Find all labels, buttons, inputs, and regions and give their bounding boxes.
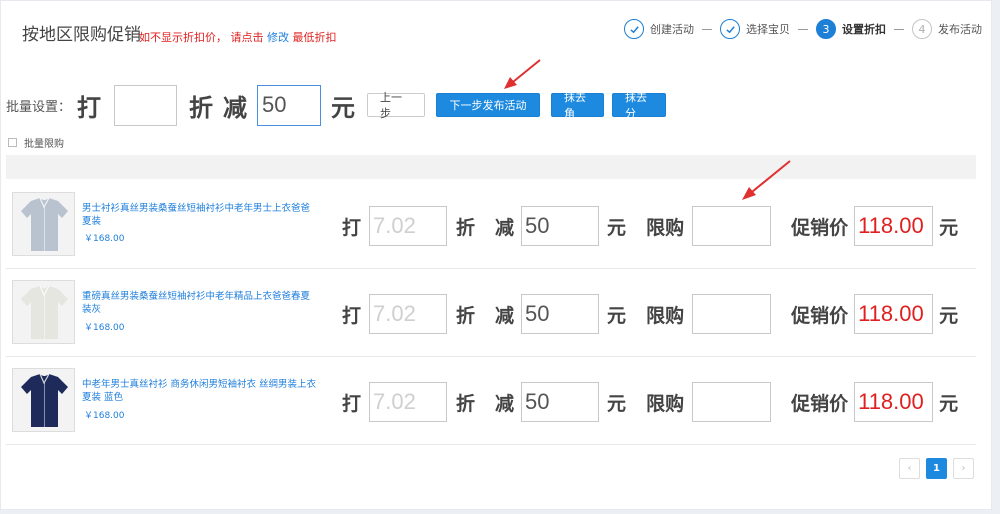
batch-label: 批量设置：: [6, 99, 72, 115]
table-header: [6, 155, 976, 179]
progress-steps: 创建活动 选择宝贝 3 设置折扣 4 发布活动: [624, 19, 982, 39]
page-button-current[interactable]: 1: [926, 458, 947, 479]
zhe-label: 折: [456, 304, 476, 327]
discount-input[interactable]: 7.02: [369, 382, 448, 422]
zhe-label: 折: [456, 392, 476, 415]
product-row: 男士衬衫真丝男装桑蚕丝短袖衬衫中老年男士上衣爸爸夏装 ￥168.00 打 7.0…: [6, 181, 976, 269]
yuan-label: 元: [939, 392, 959, 415]
step-number: 4: [912, 19, 932, 39]
modify-link[interactable]: 修改: [267, 31, 289, 44]
product-price: ￥168.00: [84, 323, 125, 333]
hint-suffix: 最低折扣: [289, 31, 337, 44]
product-name-link[interactable]: 男士衬衫真丝男装桑蚕丝短袖衬衫中老年男士上衣爸爸夏装: [82, 202, 318, 228]
da-label: 打: [342, 392, 362, 415]
step-label: 选择宝贝: [746, 23, 790, 36]
step-publish: 4 发布活动: [912, 19, 982, 39]
checkbox[interactable]: [8, 138, 17, 147]
batch-discount-input[interactable]: [114, 84, 178, 126]
jian-label: 减: [223, 93, 248, 122]
yuan-label: 元: [607, 304, 627, 327]
product-name-link[interactable]: 中老年男士真丝衬衫 商务休闲男短袖衬衣 丝绸男装上衣 夏装 蓝色: [82, 378, 318, 404]
step-number: 3: [816, 19, 836, 39]
round-jiao-button[interactable]: 抹去角: [551, 91, 605, 120]
next-page-button[interactable]: ›: [953, 458, 974, 479]
reduce-input[interactable]: 50: [521, 206, 600, 246]
next-publish-button[interactable]: 下一步发布活动: [436, 93, 541, 117]
step-label: 发布活动: [938, 23, 982, 36]
step-separator: [894, 28, 904, 30]
da-label: 打: [342, 216, 362, 239]
promo-price-input[interactable]: 118.00: [854, 294, 934, 334]
promo-price-label: 促销价: [791, 392, 849, 415]
page-title: 按地区限购促销: [22, 25, 141, 45]
hint-prefix: 如不显示折扣价， 请点击: [139, 31, 267, 44]
product-row: 重磅真丝男装桑蚕丝短袖衬衫中老年精品上衣爸爸春夏装灰 ￥168.00 打 7.0…: [6, 269, 976, 357]
batch-limit-checkbox[interactable]: 批量限购: [8, 135, 64, 150]
limit-input[interactable]: [692, 294, 772, 334]
limit-label: 限购: [646, 392, 685, 415]
zhe-label: 折: [456, 216, 476, 239]
discount-hint: 如不显示折扣价， 请点击 修改 最低折扣: [139, 29, 337, 45]
product-price: ￥168.00: [84, 411, 125, 421]
step-separator: [798, 28, 808, 30]
reduce-input[interactable]: 50: [521, 382, 600, 422]
step-label: 设置折扣: [842, 23, 886, 36]
promo-price-label: 促销价: [791, 216, 849, 239]
batch-limit-label: 批量限购: [24, 139, 64, 150]
discount-input[interactable]: 7.02: [369, 206, 448, 246]
da-label: 打: [77, 93, 102, 122]
batch-settings: 批量设置： 打 折 减 50 元 上一步 下一步发布活动 抹去角 抹去分: [6, 84, 667, 126]
limit-input[interactable]: [692, 382, 772, 422]
discount-input[interactable]: 7.02: [369, 294, 448, 334]
product-price: ￥168.00: [84, 234, 125, 244]
limit-label: 限购: [646, 216, 685, 239]
round-fen-button[interactable]: 抹去分: [612, 91, 667, 120]
pagination: ‹ 1 ›: [899, 458, 974, 479]
product-image[interactable]: [12, 280, 75, 344]
row-controls: 打 7.02 折 减 50 元 限购 促销价 118.00 元: [342, 206, 958, 246]
product-image[interactable]: [12, 192, 75, 256]
promo-price-input[interactable]: 118.00: [854, 206, 934, 246]
yuan-label: 元: [607, 216, 627, 239]
row-controls: 打 7.02 折 减 50 元 限购 促销价 118.00 元: [342, 382, 958, 422]
limit-input[interactable]: [692, 206, 772, 246]
reduce-input[interactable]: 50: [521, 294, 600, 334]
step-label: 创建活动: [650, 23, 694, 36]
product-image[interactable]: [12, 368, 75, 432]
jian-label: 减: [495, 304, 515, 327]
step-set-discount: 3 设置折扣: [816, 19, 886, 39]
prev-page-button[interactable]: ‹: [899, 458, 920, 479]
promo-price-label: 促销价: [791, 304, 849, 327]
step-separator: [702, 28, 712, 30]
prev-step-button[interactable]: 上一步: [367, 91, 426, 120]
step-create-activity: 创建活动: [624, 19, 694, 39]
yuan-label: 元: [607, 392, 627, 415]
batch-reduce-input[interactable]: 50: [257, 84, 322, 126]
row-controls: 打 7.02 折 减 50 元 限购 促销价 118.00 元: [342, 294, 958, 334]
check-icon: [624, 19, 644, 39]
product-name-link[interactable]: 重磅真丝男装桑蚕丝短袖衬衫中老年精品上衣爸爸春夏装灰: [82, 290, 318, 316]
jian-label: 减: [495, 216, 515, 239]
promo-price-input[interactable]: 118.00: [854, 382, 934, 422]
yuan-label: 元: [939, 304, 959, 327]
zhe-label: 折: [189, 93, 214, 122]
yuan-label: 元: [939, 216, 959, 239]
product-row: 中老年男士真丝衬衫 商务休闲男短袖衬衣 丝绸男装上衣 夏装 蓝色 ￥168.00…: [6, 357, 976, 445]
check-icon: [720, 19, 740, 39]
da-label: 打: [342, 304, 362, 327]
step-select-items: 选择宝贝: [720, 19, 790, 39]
limit-label: 限购: [646, 304, 685, 327]
yuan-label: 元: [331, 93, 356, 122]
jian-label: 减: [495, 392, 515, 415]
